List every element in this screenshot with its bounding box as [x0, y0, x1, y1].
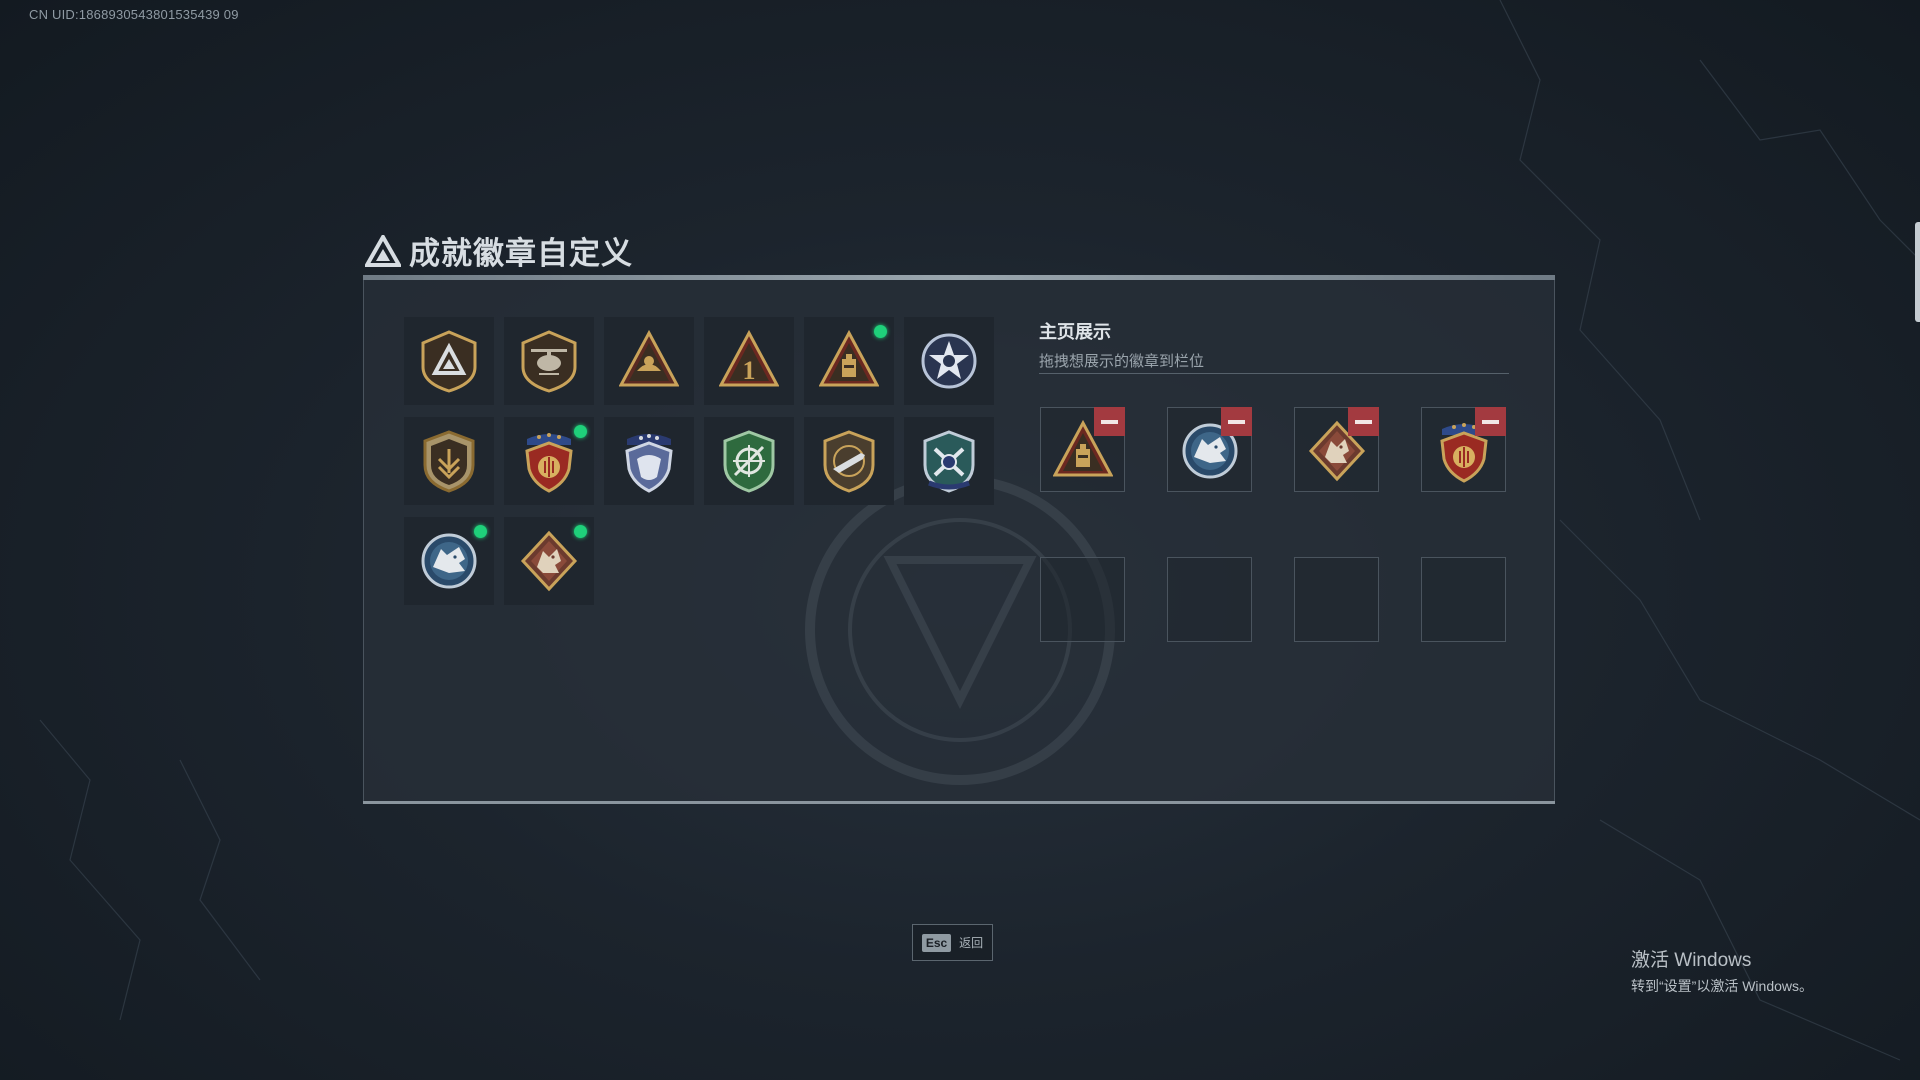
new-badge-indicator: [574, 425, 587, 438]
badge-cell[interactable]: [704, 417, 794, 505]
cargo-triangle-badge-icon: [619, 329, 679, 387]
svg-text:1: 1: [743, 356, 756, 385]
showcase-slot-filled[interactable]: [1040, 407, 1125, 492]
badge-cell[interactable]: [904, 417, 994, 505]
badge-cell[interactable]: 1: [704, 317, 794, 405]
minus-icon: [1101, 419, 1118, 424]
badge-cell[interactable]: [904, 317, 994, 405]
dragon-diamond-badge-icon: [520, 530, 578, 592]
windows-activation-hint: 转到“设置”以激活 Windows。: [1631, 978, 1814, 994]
badge-cell[interactable]: [504, 317, 594, 405]
page-header: 成就徽章自定义: [365, 228, 633, 273]
badge-cell[interactable]: [504, 417, 594, 505]
crossed-arrows-shield-badge-icon: [923, 430, 975, 493]
minus-icon: [1482, 419, 1499, 424]
remove-badge-button[interactable]: [1475, 407, 1506, 436]
showcase-slot-empty[interactable]: [1421, 557, 1506, 642]
side-edge-tab[interactable]: [1915, 222, 1920, 322]
user-uid-label: CN UID:1868930543801535439 09: [29, 7, 239, 22]
showcase-slot-empty[interactable]: [1040, 557, 1125, 642]
windows-activation-title: 激活 Windows: [1631, 950, 1752, 971]
badge-cell[interactable]: [504, 517, 594, 605]
battery-triangle-badge-icon: [819, 329, 879, 387]
chevron-shield-badge-icon: [423, 430, 475, 493]
showcase-slot-empty[interactable]: [1294, 557, 1379, 642]
minus-icon: [1355, 419, 1372, 424]
new-badge-indicator: [474, 525, 487, 538]
new-badge-indicator: [574, 525, 587, 538]
red-crest-badge-icon: [525, 433, 573, 493]
showcase-slot-filled[interactable]: [1167, 407, 1252, 492]
remove-badge-button[interactable]: [1094, 407, 1125, 436]
showcase-divider: [1039, 373, 1509, 374]
wolf-circle-badge-icon: [421, 533, 477, 589]
showcase-header: 主页展示 拖拽想展示的徽章到栏位: [1039, 318, 1204, 371]
triangle-shield-badge-icon: [421, 330, 477, 393]
badge-cell[interactable]: [404, 417, 494, 505]
remove-badge-button[interactable]: [1348, 407, 1379, 436]
panel-top-divider: [363, 275, 1555, 280]
helicopter-shield-badge-icon: [521, 330, 577, 393]
new-badge-indicator: [874, 325, 887, 338]
panel-bottom-divider: [363, 801, 1555, 804]
page-title: 成就徽章自定义: [409, 236, 633, 271]
badge-cell[interactable]: [804, 417, 894, 505]
back-label: 返回: [959, 936, 984, 950]
esc-key-hint: Esc: [921, 933, 952, 952]
showcase-title: 主页展示: [1039, 322, 1111, 342]
triangle-a-logo-icon: [365, 234, 401, 267]
badge-cell[interactable]: [404, 517, 494, 605]
star-circle-badge-icon: [921, 333, 977, 389]
badge-cell[interactable]: [604, 417, 694, 505]
showcase-slot-filled[interactable]: [1294, 407, 1379, 492]
back-button[interactable]: Esc 返回: [912, 924, 993, 961]
showcase-slot-filled[interactable]: [1421, 407, 1506, 492]
windows-activation-notice: 激活 Windows 转到“设置”以激活 Windows。: [1631, 945, 1813, 996]
showcase-subtitle: 拖拽想展示的徽章到栏位: [1039, 353, 1205, 370]
blue-crest-badge-icon: [625, 434, 673, 493]
badge-cell[interactable]: [404, 317, 494, 405]
green-crosshair-shield-badge-icon: [723, 430, 775, 493]
rifle-shield-badge-icon: [823, 430, 875, 493]
minus-icon: [1228, 419, 1245, 424]
number-one-triangle-badge-icon: 1: [719, 329, 779, 387]
showcase-slot-empty[interactable]: [1167, 557, 1252, 642]
remove-badge-button[interactable]: [1221, 407, 1252, 436]
badge-cell[interactable]: [604, 317, 694, 405]
badge-cell[interactable]: [804, 317, 894, 405]
